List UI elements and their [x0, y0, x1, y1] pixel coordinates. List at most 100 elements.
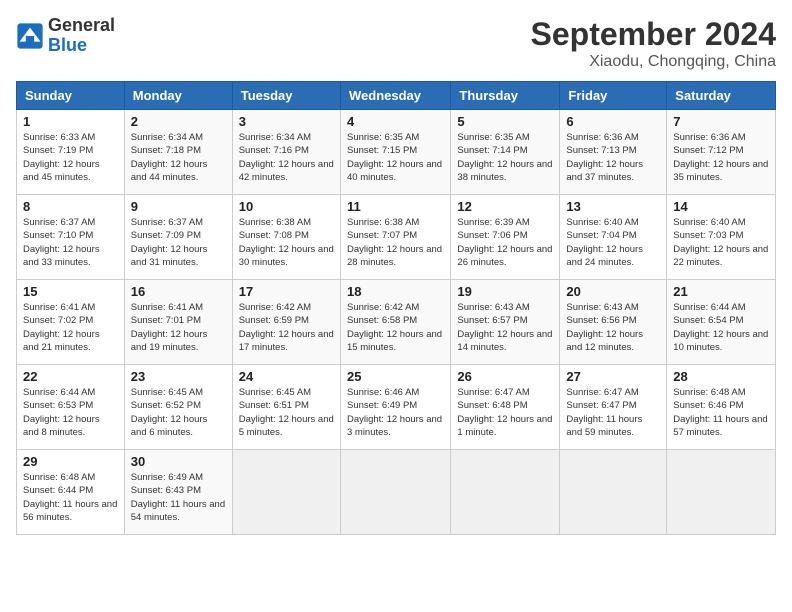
calendar-cell: 30 Sunrise: 6:49 AMSunset: 6:43 PMDaylig…: [124, 450, 232, 535]
calendar-cell: [232, 450, 340, 535]
day-info: Sunrise: 6:48 AMSunset: 6:46 PMDaylight:…: [673, 386, 769, 439]
day-number: 2: [131, 114, 226, 129]
day-number: 10: [239, 199, 334, 214]
calendar-cell: 19 Sunrise: 6:43 AMSunset: 6:57 PMDaylig…: [451, 280, 560, 365]
calendar-cell: 9 Sunrise: 6:37 AMSunset: 7:09 PMDayligh…: [124, 195, 232, 280]
calendar-cell: 2 Sunrise: 6:34 AMSunset: 7:18 PMDayligh…: [124, 110, 232, 195]
logo-icon: [16, 22, 44, 50]
day-header-sunday: Sunday: [17, 82, 125, 110]
calendar-cell: 4 Sunrise: 6:35 AMSunset: 7:15 PMDayligh…: [340, 110, 450, 195]
day-number: 29: [23, 454, 118, 469]
calendar-cell: [560, 450, 667, 535]
day-number: 25: [347, 369, 444, 384]
day-info: Sunrise: 6:37 AMSunset: 7:10 PMDaylight:…: [23, 216, 118, 269]
day-number: 18: [347, 284, 444, 299]
day-info: Sunrise: 6:48 AMSunset: 6:44 PMDaylight:…: [23, 471, 118, 524]
day-number: 19: [457, 284, 553, 299]
day-number: 30: [131, 454, 226, 469]
day-number: 9: [131, 199, 226, 214]
day-number: 1: [23, 114, 118, 129]
calendar-cell: [667, 450, 776, 535]
calendar-cell: 5 Sunrise: 6:35 AMSunset: 7:14 PMDayligh…: [451, 110, 560, 195]
calendar-cell: 6 Sunrise: 6:36 AMSunset: 7:13 PMDayligh…: [560, 110, 667, 195]
day-number: 28: [673, 369, 769, 384]
day-number: 12: [457, 199, 553, 214]
day-number: 20: [566, 284, 660, 299]
calendar-cell: 22 Sunrise: 6:44 AMSunset: 6:53 PMDaylig…: [17, 365, 125, 450]
month-year: September 2024: [531, 16, 776, 53]
day-info: Sunrise: 6:36 AMSunset: 7:13 PMDaylight:…: [566, 131, 660, 184]
calendar-cell: [340, 450, 450, 535]
calendar-cell: 10 Sunrise: 6:38 AMSunset: 7:08 PMDaylig…: [232, 195, 340, 280]
calendar-header-row: SundayMondayTuesdayWednesdayThursdayFrid…: [17, 82, 776, 110]
calendar-cell: 20 Sunrise: 6:43 AMSunset: 6:56 PMDaylig…: [560, 280, 667, 365]
calendar-cell: 26 Sunrise: 6:47 AMSunset: 6:48 PMDaylig…: [451, 365, 560, 450]
day-info: Sunrise: 6:46 AMSunset: 6:49 PMDaylight:…: [347, 386, 444, 439]
calendar-cell: 28 Sunrise: 6:48 AMSunset: 6:46 PMDaylig…: [667, 365, 776, 450]
day-number: 4: [347, 114, 444, 129]
day-header-tuesday: Tuesday: [232, 82, 340, 110]
day-header-friday: Friday: [560, 82, 667, 110]
day-number: 26: [457, 369, 553, 384]
day-number: 21: [673, 284, 769, 299]
day-info: Sunrise: 6:37 AMSunset: 7:09 PMDaylight:…: [131, 216, 226, 269]
day-info: Sunrise: 6:42 AMSunset: 6:59 PMDaylight:…: [239, 301, 334, 354]
calendar-cell: 1 Sunrise: 6:33 AMSunset: 7:19 PMDayligh…: [17, 110, 125, 195]
title-block: September 2024 Xiaodu, Chongqing, China: [531, 16, 776, 71]
day-number: 15: [23, 284, 118, 299]
day-header-thursday: Thursday: [451, 82, 560, 110]
day-info: Sunrise: 6:44 AMSunset: 6:53 PMDaylight:…: [23, 386, 118, 439]
day-info: Sunrise: 6:43 AMSunset: 6:57 PMDaylight:…: [457, 301, 553, 354]
calendar-cell: 12 Sunrise: 6:39 AMSunset: 7:06 PMDaylig…: [451, 195, 560, 280]
day-number: 5: [457, 114, 553, 129]
logo-text: GeneralBlue: [48, 16, 115, 56]
week-row-4: 22 Sunrise: 6:44 AMSunset: 6:53 PMDaylig…: [17, 365, 776, 450]
day-number: 22: [23, 369, 118, 384]
calendar-cell: 18 Sunrise: 6:42 AMSunset: 6:58 PMDaylig…: [340, 280, 450, 365]
day-info: Sunrise: 6:47 AMSunset: 6:48 PMDaylight:…: [457, 386, 553, 439]
day-number: 6: [566, 114, 660, 129]
day-number: 11: [347, 199, 444, 214]
day-info: Sunrise: 6:39 AMSunset: 7:06 PMDaylight:…: [457, 216, 553, 269]
day-info: Sunrise: 6:35 AMSunset: 7:15 PMDaylight:…: [347, 131, 444, 184]
day-info: Sunrise: 6:34 AMSunset: 7:18 PMDaylight:…: [131, 131, 226, 184]
day-header-saturday: Saturday: [667, 82, 776, 110]
day-info: Sunrise: 6:38 AMSunset: 7:07 PMDaylight:…: [347, 216, 444, 269]
calendar-cell: 21 Sunrise: 6:44 AMSunset: 6:54 PMDaylig…: [667, 280, 776, 365]
calendar-cell: 15 Sunrise: 6:41 AMSunset: 7:02 PMDaylig…: [17, 280, 125, 365]
location: Xiaodu, Chongqing, China: [531, 53, 776, 71]
day-header-monday: Monday: [124, 82, 232, 110]
calendar-cell: 13 Sunrise: 6:40 AMSunset: 7:04 PMDaylig…: [560, 195, 667, 280]
calendar-cell: 3 Sunrise: 6:34 AMSunset: 7:16 PMDayligh…: [232, 110, 340, 195]
day-info: Sunrise: 6:41 AMSunset: 7:02 PMDaylight:…: [23, 301, 118, 354]
day-info: Sunrise: 6:41 AMSunset: 7:01 PMDaylight:…: [131, 301, 226, 354]
day-info: Sunrise: 6:45 AMSunset: 6:52 PMDaylight:…: [131, 386, 226, 439]
calendar: SundayMondayTuesdayWednesdayThursdayFrid…: [16, 81, 776, 535]
day-header-wednesday: Wednesday: [340, 82, 450, 110]
day-number: 3: [239, 114, 334, 129]
day-number: 23: [131, 369, 226, 384]
week-row-5: 29 Sunrise: 6:48 AMSunset: 6:44 PMDaylig…: [17, 450, 776, 535]
calendar-cell: 7 Sunrise: 6:36 AMSunset: 7:12 PMDayligh…: [667, 110, 776, 195]
calendar-cell: 11 Sunrise: 6:38 AMSunset: 7:07 PMDaylig…: [340, 195, 450, 280]
day-number: 16: [131, 284, 226, 299]
calendar-cell: 25 Sunrise: 6:46 AMSunset: 6:49 PMDaylig…: [340, 365, 450, 450]
day-info: Sunrise: 6:42 AMSunset: 6:58 PMDaylight:…: [347, 301, 444, 354]
day-number: 24: [239, 369, 334, 384]
calendar-cell: [451, 450, 560, 535]
day-info: Sunrise: 6:45 AMSunset: 6:51 PMDaylight:…: [239, 386, 334, 439]
day-info: Sunrise: 6:35 AMSunset: 7:14 PMDaylight:…: [457, 131, 553, 184]
calendar-cell: 24 Sunrise: 6:45 AMSunset: 6:51 PMDaylig…: [232, 365, 340, 450]
day-number: 7: [673, 114, 769, 129]
day-number: 27: [566, 369, 660, 384]
day-info: Sunrise: 6:40 AMSunset: 7:03 PMDaylight:…: [673, 216, 769, 269]
logo: GeneralBlue: [16, 16, 115, 56]
day-info: Sunrise: 6:49 AMSunset: 6:43 PMDaylight:…: [131, 471, 226, 524]
calendar-cell: 8 Sunrise: 6:37 AMSunset: 7:10 PMDayligh…: [17, 195, 125, 280]
day-number: 17: [239, 284, 334, 299]
day-info: Sunrise: 6:38 AMSunset: 7:08 PMDaylight:…: [239, 216, 334, 269]
calendar-cell: 14 Sunrise: 6:40 AMSunset: 7:03 PMDaylig…: [667, 195, 776, 280]
day-info: Sunrise: 6:40 AMSunset: 7:04 PMDaylight:…: [566, 216, 660, 269]
day-info: Sunrise: 6:44 AMSunset: 6:54 PMDaylight:…: [673, 301, 769, 354]
day-info: Sunrise: 6:36 AMSunset: 7:12 PMDaylight:…: [673, 131, 769, 184]
